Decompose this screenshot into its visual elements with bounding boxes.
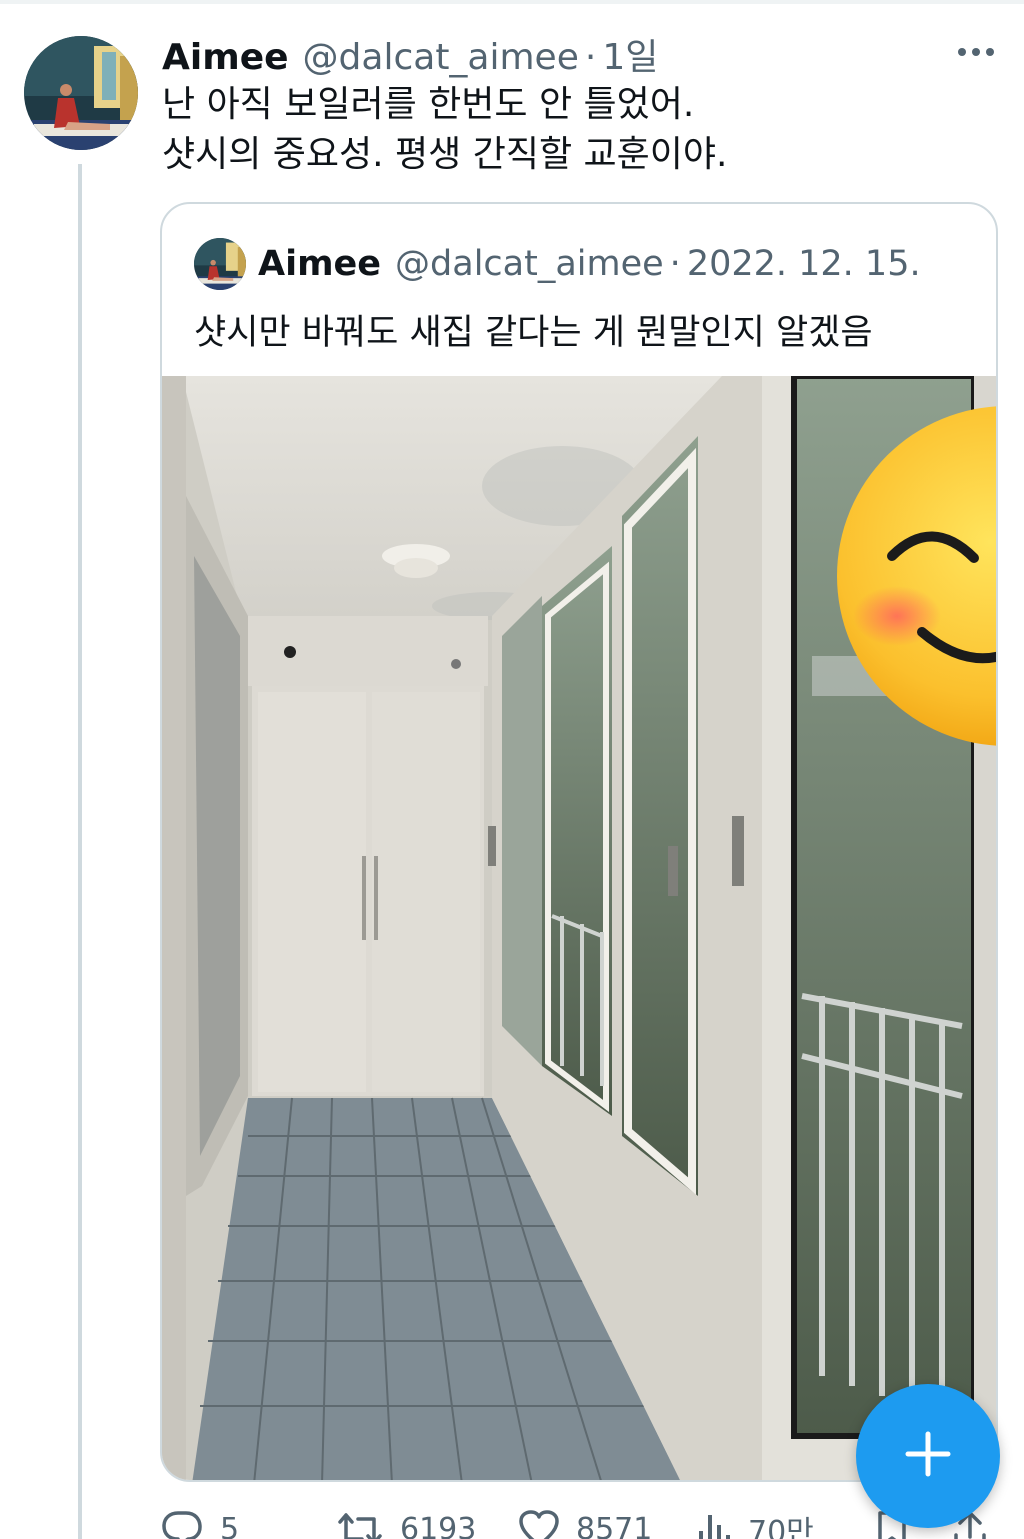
heart-icon [518, 1509, 576, 1539]
tweet-time[interactable]: 1일 [602, 28, 658, 80]
header-separator: · [584, 37, 597, 78]
quoted-header-separator: · [669, 244, 681, 284]
top-divider [0, 0, 1024, 4]
author-name[interactable]: Aimee [162, 37, 289, 78]
tweet-text-line: 난 아직 보일러를 한번도 안 틀었어. [162, 84, 695, 125]
views-chart-icon [696, 1509, 748, 1539]
quoted-tweet-date: 2022. 12. 15. [686, 244, 921, 284]
quoted-tweet-header: Aimee @dalcat_aimee · 2022. 12. 15. [258, 238, 921, 290]
quoted-author-avatar [194, 238, 246, 290]
retweet-icon [336, 1509, 400, 1539]
balcony-photo[interactable] [162, 373, 996, 1480]
action-bar: 5 6193 8571 70만 [160, 1500, 1000, 1539]
reply-button[interactable]: 5 [160, 1504, 239, 1539]
retweet-button[interactable]: 6193 [336, 1504, 476, 1539]
quoted-tweet-text: 샷시만 바꿔도 새집 같다는 게 뭔말인지 알겠음 [194, 313, 873, 353]
views-count: 70만 [748, 1515, 814, 1539]
tweet-text: 난 아직 보일러를 한번도 안 틀었어. 샷시의 중요성. 평생 간직할 교훈이… [162, 80, 982, 180]
quoted-tweet-card[interactable]: Aimee @dalcat_aimee · 2022. 12. 15. 샷시만 … [160, 202, 998, 1482]
views-button[interactable]: 70만 [696, 1504, 814, 1539]
author-handle[interactable]: @dalcat_aimee [303, 37, 579, 78]
retweet-count: 6193 [400, 1511, 477, 1539]
reply-icon [160, 1509, 220, 1539]
compose-button[interactable] [856, 1384, 1000, 1528]
like-count: 8571 [576, 1511, 653, 1539]
quoted-author-handle: @dalcat_aimee [395, 244, 664, 284]
quoted-author-name: Aimee [258, 244, 382, 284]
like-button[interactable]: 8571 [518, 1504, 652, 1539]
thread-connector-line [78, 164, 82, 1539]
more-dots-icon[interactable] [952, 36, 1000, 68]
author-avatar[interactable] [24, 36, 138, 150]
reply-count: 5 [220, 1511, 240, 1539]
tweet-screen: Aimee @dalcat_aimee · 1일 난 아직 보일러를 한번도 안… [0, 0, 1024, 1539]
tweet-header: Aimee @dalcat_aimee · 1일 [162, 28, 658, 78]
compose-plus-icon [904, 1430, 952, 1482]
tweet-text-line: 샷시의 중요성. 평생 간직할 교훈이야. [162, 134, 728, 175]
